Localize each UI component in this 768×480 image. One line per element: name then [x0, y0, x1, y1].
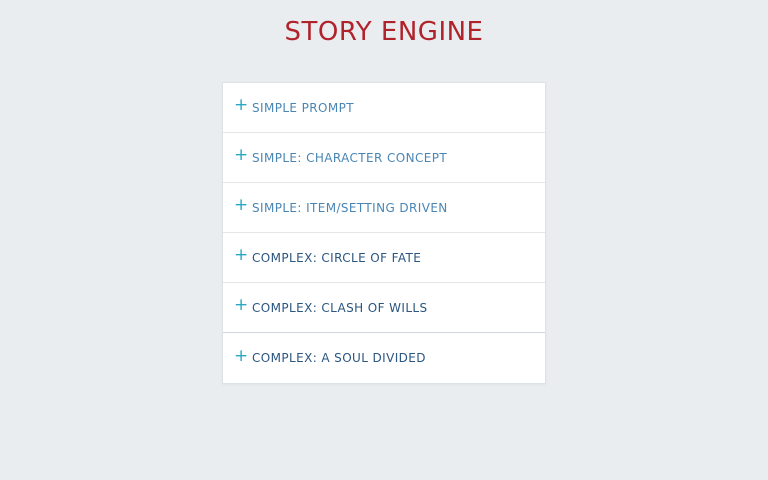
plus-icon: + [234, 295, 249, 315]
accordion-item-label: SIMPLE PROMPT [252, 100, 354, 115]
accordion-item-label: COMPLEX: A SOUL DIVIDED [252, 351, 426, 365]
accordion-item-simple-character-concept[interactable]: + SIMPLE: CHARACTER CONCEPT [223, 133, 545, 183]
accordion-item-label: SIMPLE: CHARACTER CONCEPT [252, 150, 448, 165]
accordion-item-complex-circle-of-fate[interactable]: + COMPLEX: CIRCLE OF FATE [223, 233, 545, 283]
plus-icon: + [234, 345, 249, 366]
prompt-type-accordion: + SIMPLE PROMPT + SIMPLE: CHARACTER CONC… [222, 82, 546, 384]
accordion-item-label: COMPLEX: CIRCLE OF FATE [252, 250, 422, 265]
plus-icon: + [234, 95, 249, 115]
accordion-item-simple-prompt[interactable]: + SIMPLE PROMPT [223, 83, 545, 133]
accordion-item-complex-a-soul-divided[interactable]: + COMPLEX: A SOUL DIVIDED [223, 333, 545, 383]
plus-icon: + [234, 145, 249, 165]
accordion-item-simple-item-setting-driven[interactable]: + SIMPLE: ITEM/SETTING DRIVEN [223, 183, 545, 233]
plus-icon: + [234, 245, 249, 265]
plus-icon: + [234, 195, 249, 215]
page-title: STORY ENGINE [284, 17, 484, 47]
accordion-item-label: COMPLEX: CLASH OF WILLS [252, 300, 428, 315]
accordion-item-label: SIMPLE: ITEM/SETTING DRIVEN [252, 200, 448, 215]
accordion-item-complex-clash-of-wills[interactable]: + COMPLEX: CLASH OF WILLS [223, 283, 545, 333]
